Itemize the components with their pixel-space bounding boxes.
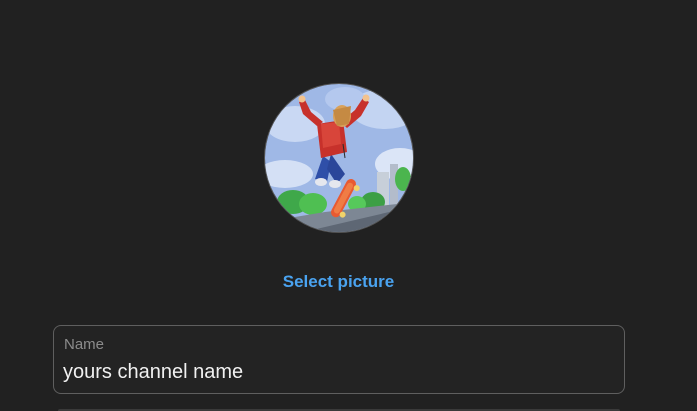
name-field-label: Name xyxy=(64,336,105,353)
channel-name-input[interactable] xyxy=(63,360,603,384)
channel-settings-page: Select picture Name xyxy=(0,0,697,411)
channel-avatar[interactable] xyxy=(264,83,414,233)
channel-name-field[interactable]: Name xyxy=(53,325,625,394)
select-picture-link[interactable]: Select picture xyxy=(0,272,677,292)
skateboarder-illustration xyxy=(265,84,413,232)
